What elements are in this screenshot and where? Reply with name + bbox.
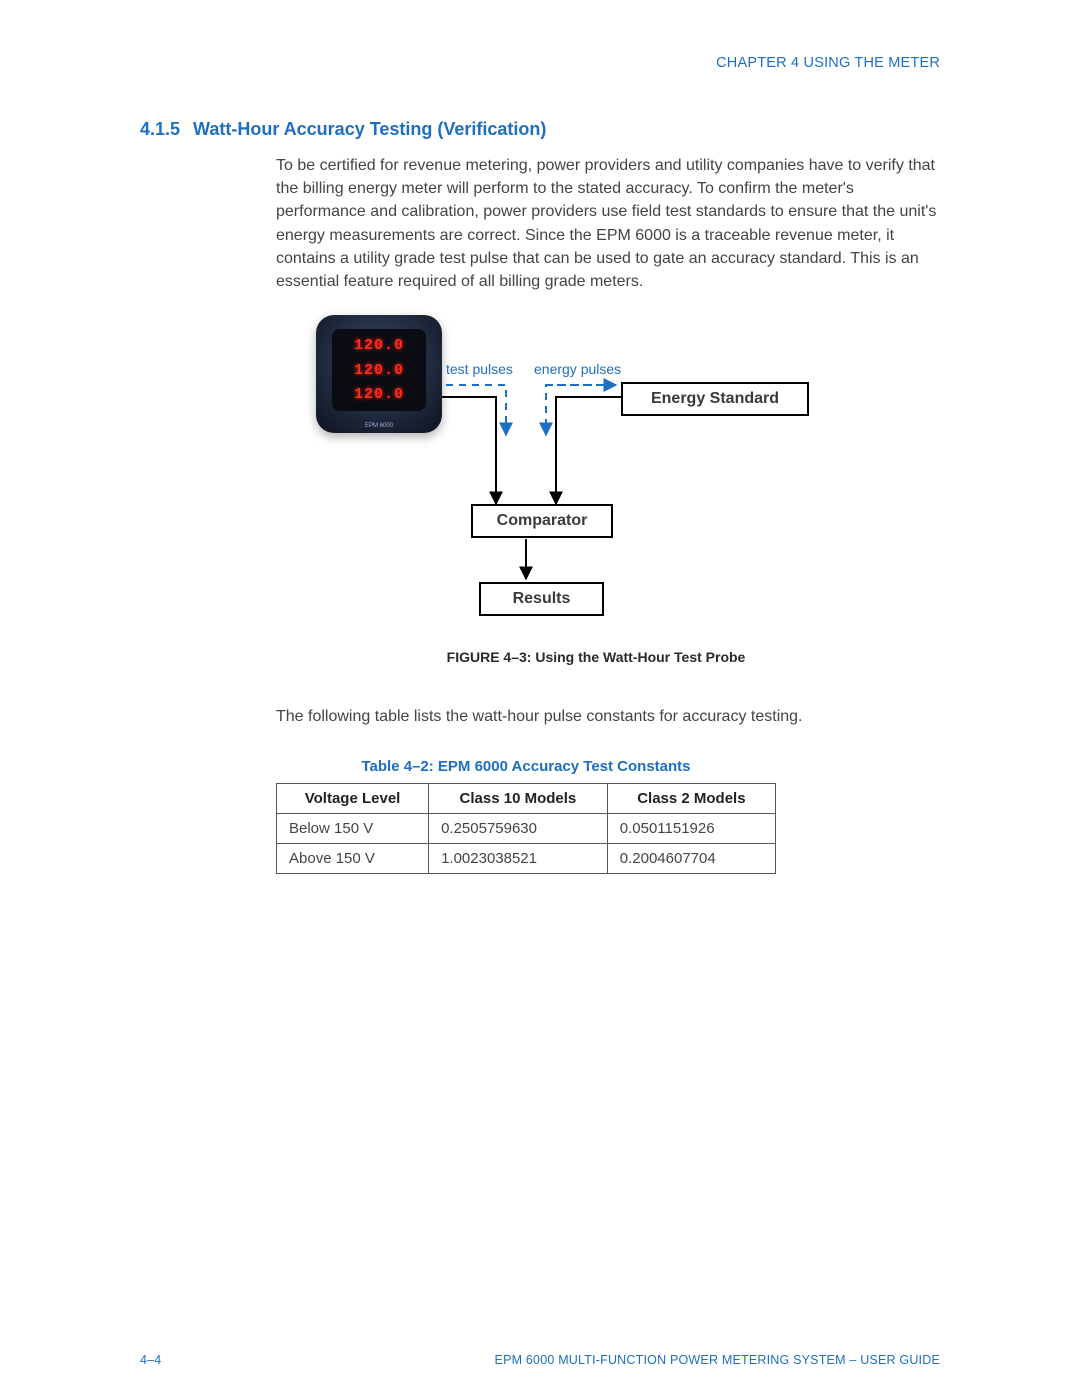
section-title: Watt-Hour Accuracy Testing (Verification… [193, 119, 546, 139]
table-row: Above 150 V 1.0023038521 0.2004607704 [277, 844, 776, 874]
figure-diagram: 120.0 120.0 120.0 EPM 6000 test pulses e… [276, 315, 916, 635]
section-heading: 4.1.5 Watt-Hour Accuracy Testing (Verifi… [140, 119, 940, 140]
table-title: Table 4–2: EPM 6000 Accuracy Test Consta… [276, 758, 776, 775]
accuracy-constants-table: Voltage Level Class 10 Models Class 2 Mo… [276, 783, 776, 874]
table-header: Voltage Level [277, 784, 429, 814]
table-cell: Above 150 V [277, 844, 429, 874]
diagram-arrows [316, 315, 836, 635]
table-header-row: Voltage Level Class 10 Models Class 2 Mo… [277, 784, 776, 814]
paragraph-table-intro: The following table lists the watt-hour … [276, 705, 940, 728]
table-cell: Below 150 V [277, 814, 429, 844]
table-header: Class 10 Models [429, 784, 608, 814]
table-cell: 1.0023038521 [429, 844, 608, 874]
chapter-header: CHAPTER 4 USING THE METER [140, 55, 940, 71]
paragraph-intro: To be certified for revenue metering, po… [276, 154, 940, 293]
doc-title: EPM 6000 MULTI-FUNCTION POWER METERING S… [495, 1353, 940, 1367]
table-cell: 0.0501151926 [607, 814, 775, 844]
table-cell: 0.2004607704 [607, 844, 775, 874]
table-row: Below 150 V 0.2505759630 0.0501151926 [277, 814, 776, 844]
page-footer: 4–4 EPM 6000 MULTI-FUNCTION POWER METERI… [140, 1353, 940, 1367]
table-cell: 0.2505759630 [429, 814, 608, 844]
page-number: 4–4 [140, 1353, 161, 1367]
table-header: Class 2 Models [607, 784, 775, 814]
figure-caption: FIGURE 4–3: Using the Watt-Hour Test Pro… [276, 649, 916, 665]
section-number: 4.1.5 [140, 119, 188, 140]
